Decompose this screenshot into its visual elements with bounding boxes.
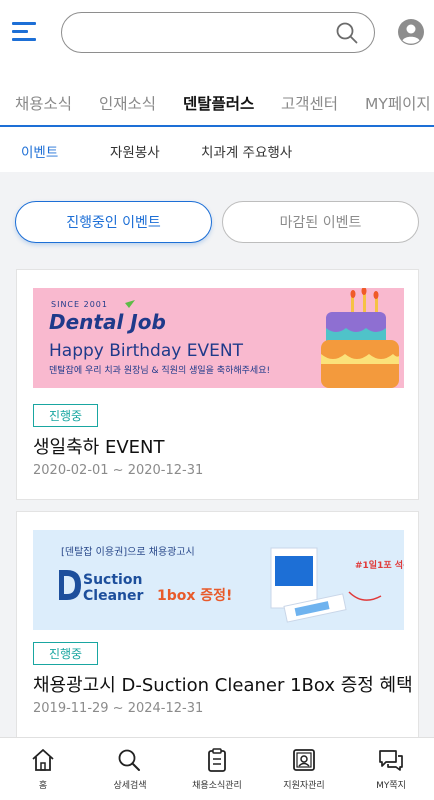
banner-top-text: [덴탈잡 이용권]으로 채용광고시 — [61, 545, 195, 558]
tab-recruit-news[interactable]: 채용소식 — [15, 92, 72, 114]
event-date: 2020-02-01 ~ 2020-12-31 — [33, 463, 204, 478]
d-logo-icon — [59, 570, 81, 600]
nav-detail-search[interactable]: 상세검색 — [87, 738, 173, 800]
nav-applicant-manage[interactable]: 지원자관리 — [261, 738, 347, 800]
nav-my-message[interactable]: MY쪽지 — [348, 738, 434, 800]
event-title[interactable]: 생일축하 EVENT — [33, 433, 164, 459]
user-avatar-icon[interactable] — [398, 19, 424, 45]
applicant-icon — [293, 749, 315, 771]
banner-logo-text: Dental Job — [49, 310, 166, 334]
tab-dental-plus[interactable]: 덴탈플러스 — [183, 92, 254, 114]
sub-tabs: 이벤트 자원봉사 치과계 주요행사 — [0, 127, 434, 172]
banner-brand-line1: Suction — [83, 572, 142, 588]
search-icon[interactable] — [336, 22, 358, 44]
main-tabs: 채용소식 인재소식 덴탈플러스 고객센터 MY페이지 — [0, 70, 434, 127]
nav-detail-search-label: 상세검색 — [113, 781, 147, 791]
closed-events-button[interactable]: 마감된 이벤트 — [222, 201, 419, 243]
subtab-volunteer[interactable]: 자원봉사 — [110, 141, 160, 161]
search-input[interactable] — [78, 21, 328, 45]
tab-my-page[interactable]: MY페이지 — [365, 92, 431, 114]
event-card[interactable]: SINCE 2001 Dental Job Happy Birthday EVE… — [16, 269, 419, 500]
clipboard-icon — [208, 748, 226, 772]
banner-brand-line2: Cleaner — [83, 588, 143, 604]
nav-recruit-manage[interactable]: 채용소식관리 — [174, 738, 260, 800]
tab-talent-news[interactable]: 인재소식 — [99, 92, 156, 114]
banner-subline-text: 덴탈잡에 우리 치과 원장님 & 직원의 생일을 축하해주세요! — [49, 364, 270, 376]
event-banner-image[interactable]: [덴탈잡 이용권]으로 채용광고시 Suction Cleaner 1box 증… — [33, 530, 404, 630]
home-icon — [32, 749, 54, 771]
bottom-navigation: 홈 상세검색 채용소식관리 지원자관리 MY쪽지 — [0, 737, 434, 800]
banner-since-text: SINCE 2001 — [51, 300, 108, 309]
nav-applicant-manage-label: 지원자관리 — [283, 781, 325, 791]
status-badge: 진행중 — [33, 404, 98, 427]
menu-icon[interactable] — [12, 22, 36, 42]
subtab-dental-events[interactable]: 치과계 주요행사 — [201, 141, 292, 161]
banner-promo-text: 1box 증정! — [157, 587, 232, 604]
banner-headline-text: Happy Birthday EVENT — [49, 341, 244, 361]
subtab-event[interactable]: 이벤트 — [21, 141, 58, 161]
banner-tag-text: #1일1포 석션클리너 — [355, 559, 404, 571]
ongoing-events-button[interactable]: 진행중인 이벤트 — [15, 201, 212, 243]
event-title[interactable]: 채용광고시 D-Suction Cleaner 1Box 증정 혜택 — [33, 671, 413, 697]
nav-recruit-manage-label: 채용소식관리 — [192, 781, 242, 791]
status-badge: 진행중 — [33, 642, 98, 665]
nav-home-label: 홈 — [38, 781, 48, 791]
nav-my-message-label: MY쪽지 — [376, 781, 406, 791]
birthday-cake-icon — [321, 288, 399, 388]
product-box-icon — [270, 547, 347, 623]
top-header — [0, 0, 434, 70]
search-box[interactable] — [61, 12, 375, 53]
event-date: 2019-11-29 ~ 2024-12-31 — [33, 701, 204, 716]
search-icon — [118, 749, 140, 771]
event-banner-image[interactable]: SINCE 2001 Dental Job Happy Birthday EVE… — [33, 288, 404, 388]
nav-home[interactable]: 홈 — [0, 738, 86, 800]
message-icon — [379, 750, 403, 771]
event-card[interactable]: [덴탈잡 이용권]으로 채용광고시 Suction Cleaner 1box 증… — [16, 511, 419, 741]
tab-customer-center[interactable]: 고객센터 — [281, 92, 338, 114]
